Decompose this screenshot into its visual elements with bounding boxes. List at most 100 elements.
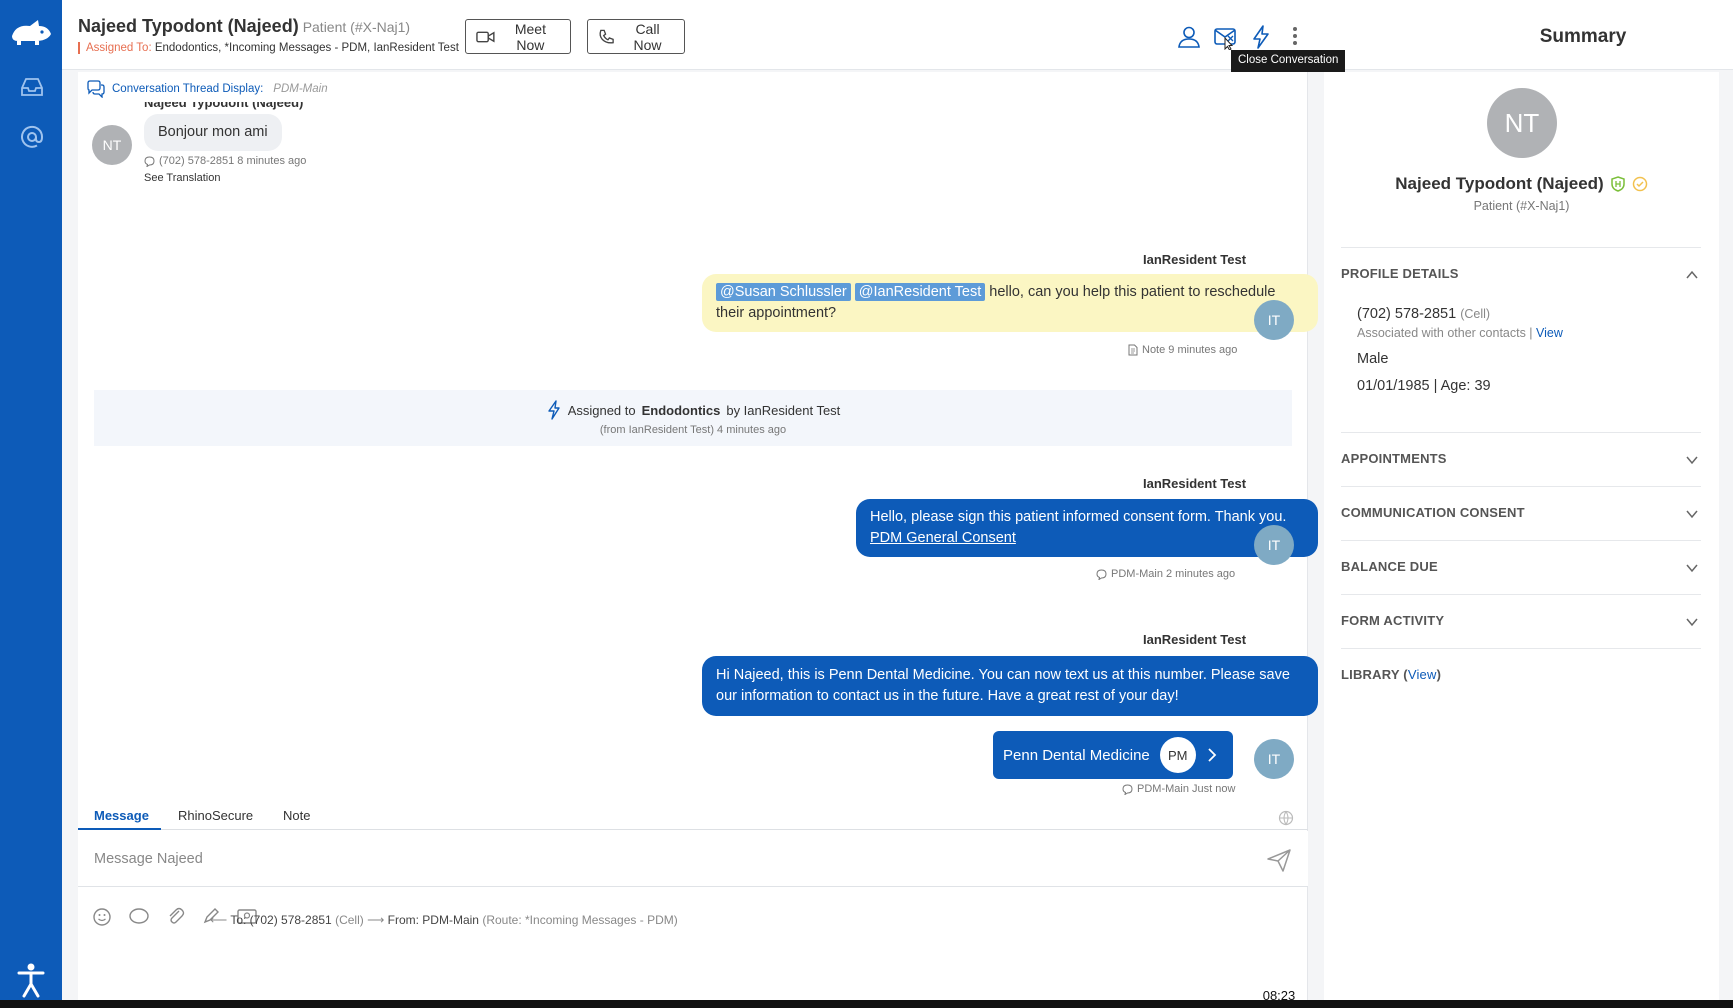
note-bubble: @Susan Schlussler @IanResident Test hell… (702, 274, 1318, 332)
tab-note[interactable]: Note (283, 808, 310, 823)
event-target: Endodontics (641, 402, 721, 418)
lightning-icon (547, 400, 560, 420)
library-view-link[interactable]: View (1408, 667, 1437, 682)
chevron-down-icon[interactable] (1685, 453, 1699, 467)
inbound-sender: Najeed Typodont (Najeed) (144, 102, 304, 110)
assigned-value: Endodontics, *Incoming Messages - PDM, I… (154, 42, 459, 54)
staff-avatar: IT (1254, 300, 1294, 340)
close-conversation-icon[interactable] (1212, 24, 1238, 50)
inbound-meta-text: (702) 578-2851 8 minutes ago (159, 155, 307, 167)
note-doc-icon (1128, 344, 1138, 356)
patient-name-heading[interactable]: Najeed Typodont (Najeed) Patient (#X-Naj1… (78, 16, 410, 37)
chat-bubbles-icon (87, 80, 105, 98)
phone-line: (702) 578-2851 (Cell) (1357, 306, 1490, 322)
accessibility-icon[interactable] (15, 962, 47, 998)
mention-chip[interactable]: @IanResident Test (854, 283, 986, 301)
library-section: LIBRARY (View) (1341, 648, 1701, 702)
communication-consent-section[interactable]: COMMUNICATION CONSENT (1341, 486, 1701, 540)
phone-number: (702) 578-2851 (1357, 306, 1457, 322)
library-header: LIBRARY (View) (1341, 667, 1441, 682)
chevron-up-icon[interactable] (1685, 268, 1699, 282)
route-detail: (Route: *Incoming Messages - PDM) (482, 913, 678, 927)
contact-profile-icon[interactable] (1176, 24, 1202, 50)
video-camera-icon (476, 31, 495, 42)
route-to: To: (702) 578-2851 (230, 913, 332, 927)
balance-due-header[interactable]: BALANCE DUE (1341, 559, 1438, 574)
appointments-header[interactable]: APPOINTMENTS (1341, 451, 1447, 466)
see-translation-link[interactable]: See Translation (144, 172, 220, 184)
balance-due-section[interactable]: BALANCE DUE (1341, 540, 1701, 594)
profile-details-header[interactable]: PROFILE DETAILS (1341, 266, 1459, 281)
patient-name: Najeed Typodont (Najeed) (78, 16, 299, 36)
meet-now-button[interactable]: Meet Now (465, 19, 571, 54)
quick-actions-lightning-icon[interactable] (1248, 24, 1274, 50)
translate-globe-icon[interactable] (1278, 810, 1294, 826)
vcard-label: Penn Dental Medicine (1003, 746, 1150, 764)
call-now-button[interactable]: Call Now (587, 19, 685, 54)
emoji-icon[interactable] (92, 905, 114, 927)
appointments-section[interactable]: APPOINTMENTS (1341, 432, 1701, 486)
app-window: Najeed Typodont (Najeed) Patient (#X-Naj1… (0, 0, 1733, 1000)
chevron-down-icon[interactable] (1685, 507, 1699, 521)
note-sender: IanResident Test (1143, 252, 1247, 267)
mentions-icon[interactable] (19, 124, 45, 150)
route-line: ⟵ To: (702) 578-2851 (Cell) ⟶ From: PDM-… (210, 913, 678, 927)
mention-chip[interactable]: @Susan Schlussler (716, 283, 851, 301)
form-activity-header[interactable]: FORM ACTIVITY (1341, 613, 1444, 628)
summary-title: Summary (1539, 26, 1627, 47)
outbound-meta-text: PDM-Main 2 minutes ago (1111, 568, 1236, 580)
profile-details-section: PROFILE DETAILS (702) 578-2851 (Cell) As… (1341, 247, 1701, 432)
form-activity-section[interactable]: FORM ACTIVITY (1341, 594, 1701, 648)
communication-consent-header[interactable]: COMMUNICATION CONSENT (1341, 505, 1525, 520)
chevron-down-icon[interactable] (1685, 615, 1699, 629)
more-options-icon[interactable] (1282, 24, 1308, 50)
paperclip-icon[interactable] (164, 905, 186, 927)
outbound-sender: IanResident Test (1143, 476, 1247, 491)
assignment-event: Assigned to Endodontics by IanResident T… (94, 390, 1292, 446)
summary-name-row: Najeed Typodont (Najeed) (1324, 174, 1719, 194)
associated-view-link[interactable]: View (1536, 326, 1563, 340)
chevron-down-icon[interactable] (1685, 561, 1699, 575)
gender: Male (1357, 351, 1389, 367)
consent-form-link[interactable]: PDM General Consent (870, 530, 1016, 546)
hipaa-shield-icon (1610, 176, 1625, 192)
template-bubble-icon[interactable] (128, 905, 150, 927)
tab-message[interactable]: Message (94, 808, 149, 823)
send-icon[interactable] (1266, 847, 1292, 873)
left-rail (0, 0, 62, 1000)
route-to-type: (Cell) (335, 913, 364, 927)
outbound-message-bubble: Hello, please sign this patient informed… (856, 499, 1318, 557)
staff-avatar: IT (1254, 525, 1294, 565)
rhinogram-logo-icon[interactable] (8, 14, 54, 50)
thread-display-channel: PDM-Main (273, 83, 328, 95)
route-from[interactable]: From: PDM-Main (388, 913, 479, 927)
message-input[interactable] (78, 831, 1308, 887)
composer-tabs: Message RhinoSecure Note (78, 800, 1308, 830)
chevron-right-icon (1208, 748, 1217, 762)
dob-age: 01/01/1985 | Age: 39 (1357, 378, 1491, 394)
staff-avatar: IT (1254, 739, 1294, 779)
tab-rhinosecure[interactable]: RhinoSecure (178, 808, 253, 823)
sms-icon (1096, 568, 1107, 580)
assignment-event-text: Assigned to Endodontics by IanResident T… (94, 400, 1292, 420)
summary-avatar: NT (1487, 88, 1557, 158)
thread-display-selector[interactable]: Conversation Thread Display: PDM-Main (86, 80, 328, 98)
vcard-penn-dental-medicine[interactable]: Penn Dental Medicine PM (993, 731, 1233, 779)
sms-icon (1122, 783, 1133, 795)
video-progress-bar[interactable] (0, 1000, 1733, 1008)
summary-panel: NT Najeed Typodont (Najeed) Patient (#X-… (1324, 72, 1719, 1000)
close-conversation-tooltip: Close Conversation (1231, 50, 1346, 72)
event-prefix: Assigned to (567, 402, 636, 418)
clipped-sender-row: Najeed Typodont (Najeed) (144, 102, 444, 112)
call-now-label: Call Now (633, 20, 662, 53)
inbox-icon[interactable] (19, 74, 45, 100)
note-meta-text: Note 9 minutes ago (1142, 344, 1238, 356)
outbound-meta: PDM-Main 2 minutes ago (1096, 568, 1235, 580)
assigned-to-line: Assigned To: Endodontics, *Incoming Mess… (78, 42, 459, 54)
vcard-avatar: PM (1159, 737, 1196, 773)
conversation-thread[interactable]: Conversation Thread Display: PDM-Main Na… (78, 72, 1318, 1000)
phone-type: (Cell) (1460, 307, 1491, 321)
phone-icon (599, 29, 614, 43)
patient-id: Patient (#X-Naj1) (302, 19, 411, 35)
outbound-message-bubble: Hi Najeed, this is Penn Dental Medicine.… (702, 656, 1318, 716)
